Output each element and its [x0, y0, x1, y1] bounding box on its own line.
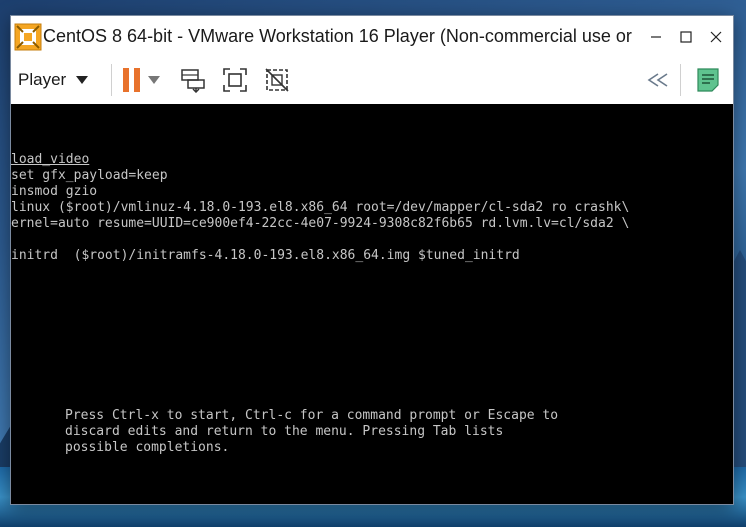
console-help-line: possible completions.	[65, 440, 230, 455]
console-line: ernel=auto resume=UUID=ce900ef4-22cc-4e0…	[11, 216, 630, 231]
maximize-icon	[680, 31, 692, 43]
vmware-player-window: CentOS 8 64-bit - VMware Workstation 16 …	[10, 15, 734, 505]
console-line: insmod gzio	[11, 184, 98, 199]
minimize-icon	[651, 36, 661, 38]
window-title: CentOS 8 64-bit - VMware Workstation 16 …	[43, 26, 632, 46]
toolbar-separator	[680, 64, 681, 96]
unity-icon	[265, 68, 289, 92]
caret-down-icon	[148, 76, 160, 84]
pause-dropdown-button[interactable]	[145, 65, 163, 95]
toolbar-separator	[111, 64, 112, 96]
pause-icon	[123, 68, 140, 92]
console-line: set gfx_payload=keep	[11, 168, 168, 183]
notes-button[interactable]	[693, 65, 723, 95]
close-button[interactable]	[701, 22, 731, 52]
console-line: linux ($root)/vmlinuz-4.18.0-193.el8.x86…	[11, 200, 630, 215]
player-toolbar: Player	[11, 58, 733, 102]
send-ctrl-alt-del-icon	[181, 69, 205, 93]
minimize-button[interactable]	[641, 22, 671, 52]
console-help-line: Press Ctrl-x to start, Ctrl-c for a comm…	[65, 408, 559, 423]
vmware-logo-icon	[14, 23, 42, 51]
console-line: load_video	[11, 152, 90, 167]
notes-icon	[697, 68, 719, 92]
maximize-button[interactable]	[671, 22, 701, 52]
fullscreen-icon	[223, 68, 247, 92]
fullscreen-button[interactable]	[220, 65, 250, 95]
unity-button[interactable]	[262, 65, 292, 95]
title-bar[interactable]: CentOS 8 64-bit - VMware Workstation 16 …	[11, 16, 733, 58]
close-icon	[710, 31, 722, 43]
console-help-line: discard edits and return to the menu. Pr…	[65, 424, 504, 439]
console-line: initrd ($root)/initramfs-4.18.0-193.el8.…	[11, 248, 520, 263]
send-ctrl-alt-del-button[interactable]	[178, 65, 208, 95]
pause-button[interactable]	[117, 65, 147, 95]
collapse-toolbar-button[interactable]	[643, 65, 673, 95]
player-menu-button[interactable]: Player	[18, 68, 89, 92]
caret-down-icon	[76, 76, 89, 84]
double-chevron-left-icon	[647, 73, 668, 87]
vm-console-screen[interactable]: load_video set gfx_payload=keep insmod g…	[11, 104, 733, 504]
player-menu-label: Player	[18, 70, 67, 89]
